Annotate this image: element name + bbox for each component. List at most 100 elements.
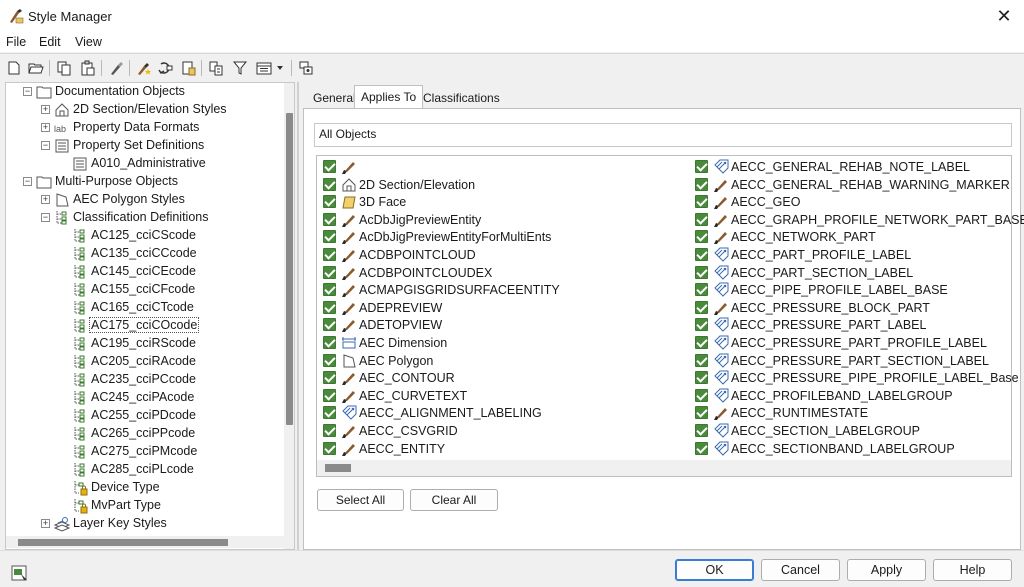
object-type-checkbox[interactable] xyxy=(323,318,336,332)
object-type-checkbox[interactable] xyxy=(695,195,708,209)
object-type-checkbox[interactable] xyxy=(695,212,708,226)
object-type-checkbox[interactable] xyxy=(323,195,336,209)
tree-node[interactable]: AC255_cciPDcode xyxy=(6,407,284,425)
object-type-checkbox[interactable] xyxy=(323,424,336,437)
style-browser-icon[interactable] xyxy=(10,563,30,583)
tree-node[interactable]: AC235_cciPCcode xyxy=(6,371,284,389)
tree-node[interactable]: AC145_cciCEcode xyxy=(6,263,284,281)
purge-styles-button[interactable] xyxy=(106,58,126,78)
edit-style-button[interactable] xyxy=(178,58,198,78)
tree-node[interactable]: AC265_cciPPcode xyxy=(6,425,284,443)
object-type-checkbox[interactable] xyxy=(323,248,336,261)
toggle-view-button[interactable] xyxy=(206,58,226,78)
tree-node[interactable]: AC175_cciCOcode xyxy=(6,317,284,335)
tab-classifications[interactable]: Classifications xyxy=(417,87,506,109)
expand-icon[interactable]: + xyxy=(41,195,50,204)
object-type-checkbox[interactable] xyxy=(695,177,708,191)
tree-node[interactable]: + AEC Polygon Styles xyxy=(6,191,284,209)
tree-node[interactable]: − Classification Definitions xyxy=(6,209,284,227)
object-type-checkbox[interactable] xyxy=(323,160,336,173)
tree-node[interactable]: AC165_cciCTcode xyxy=(6,299,284,317)
menu-file[interactable]: File xyxy=(6,35,26,49)
cancel-button[interactable]: Cancel xyxy=(761,559,840,581)
pane-splitter[interactable] xyxy=(297,82,299,550)
tree-horizontal-scrollbar[interactable] xyxy=(6,536,284,548)
tree-node[interactable]: + Layer Key Styles xyxy=(6,515,284,533)
tree-vertical-scrollbar[interactable] xyxy=(284,83,294,549)
object-type-checkbox[interactable] xyxy=(695,300,708,314)
object-type-checkbox[interactable] xyxy=(695,265,708,279)
all-objects-field[interactable]: All Objects xyxy=(314,123,1012,147)
tree-node[interactable]: AC205_cciRAcode xyxy=(6,353,284,371)
new-style-button[interactable] xyxy=(134,58,154,78)
object-type-checkbox[interactable] xyxy=(695,424,708,437)
object-type-checkbox[interactable] xyxy=(323,406,336,420)
tree-node[interactable]: A010_Administrative xyxy=(6,155,284,173)
tree-node[interactable]: AC275_cciPMcode xyxy=(6,443,284,461)
copy-button[interactable] xyxy=(54,58,74,78)
object-type-checkbox[interactable] xyxy=(695,283,708,297)
object-type-checkbox[interactable] xyxy=(323,336,336,349)
menu-view[interactable]: View xyxy=(75,35,102,49)
select-all-button[interactable]: Select All xyxy=(317,489,404,511)
expand-icon[interactable]: + xyxy=(41,105,50,114)
object-type-checkbox[interactable] xyxy=(695,388,708,402)
object-type-checkbox[interactable] xyxy=(323,230,336,244)
tree-node[interactable]: AC285_cciPLcode xyxy=(6,461,284,479)
tree-node[interactable]: Device Type xyxy=(6,479,284,497)
list-horizontal-scroll-thumb[interactable] xyxy=(325,464,351,472)
tree-horizontal-scroll-thumb[interactable] xyxy=(18,539,228,546)
view-mode-dropdown[interactable] xyxy=(274,58,286,78)
tree-node[interactable]: + lab Property Data Formats xyxy=(6,119,284,137)
tree-node[interactable]: − Property Set Definitions xyxy=(6,137,284,155)
object-type-checkbox[interactable] xyxy=(323,283,336,297)
tree-node[interactable]: AC125_cciCScode xyxy=(6,227,284,245)
object-type-checkbox[interactable] xyxy=(695,353,708,367)
object-type-checkbox[interactable] xyxy=(695,406,708,420)
object-type-checkbox[interactable] xyxy=(323,388,336,402)
style-manager-settings-button[interactable] xyxy=(296,58,316,78)
tree-node[interactable]: − Documentation Objects xyxy=(6,83,284,101)
object-type-checkbox[interactable] xyxy=(695,336,708,349)
apply-button[interactable]: Apply xyxy=(847,559,926,581)
tab-applies-to[interactable]: Applies To xyxy=(354,85,424,109)
object-type-checkbox[interactable] xyxy=(695,441,708,455)
tree-node[interactable]: − Multi-Purpose Objects xyxy=(6,173,284,191)
ok-button[interactable]: OK xyxy=(675,559,754,581)
tree-vertical-scroll-thumb[interactable] xyxy=(286,113,293,425)
object-type-checkbox[interactable] xyxy=(323,177,336,191)
clear-all-button[interactable]: Clear All xyxy=(410,489,498,511)
tree-node[interactable]: AC155_cciCFcode xyxy=(6,281,284,299)
object-type-checkbox[interactable] xyxy=(323,371,336,385)
list-horizontal-scrollbar[interactable] xyxy=(317,460,1011,476)
collapse-icon[interactable]: − xyxy=(41,213,50,222)
menu-edit[interactable]: Edit xyxy=(39,35,61,49)
object-type-checkbox[interactable] xyxy=(695,230,708,244)
view-mode-button[interactable] xyxy=(254,58,274,78)
style-tree[interactable]: − Documentation Objects +2D Section/Elevat… xyxy=(5,82,295,550)
tree-node[interactable]: MvPart Type xyxy=(6,497,284,515)
expand-icon[interactable]: + xyxy=(41,123,50,132)
tree-node[interactable]: AC245_cciPAcode xyxy=(6,389,284,407)
object-type-checkbox[interactable] xyxy=(323,300,336,314)
object-type-checkbox[interactable] xyxy=(323,212,336,226)
expand-icon[interactable]: + xyxy=(41,519,50,528)
object-type-checkbox[interactable] xyxy=(695,371,708,385)
tree-node[interactable]: +2D Section/Elevation Styles xyxy=(6,101,284,119)
filter-button[interactable] xyxy=(230,58,250,78)
open-drawing-button[interactable] xyxy=(26,58,46,78)
help-button[interactable]: Help xyxy=(933,559,1012,581)
collapse-icon[interactable]: − xyxy=(23,177,32,186)
object-type-checkbox[interactable] xyxy=(323,441,336,455)
paste-button[interactable] xyxy=(78,58,98,78)
collapse-icon[interactable]: − xyxy=(23,87,32,96)
collapse-icon[interactable]: − xyxy=(41,141,50,150)
object-type-checkbox[interactable] xyxy=(323,353,336,367)
new-drawing-button[interactable] xyxy=(4,58,24,78)
close-button[interactable]: ✕ xyxy=(992,5,1016,27)
object-type-checkbox[interactable] xyxy=(323,265,336,279)
object-type-list[interactable]: 2D Section/Elevation 3D Face AcDbJigPrevie… xyxy=(316,155,1024,477)
set-from-button[interactable] xyxy=(156,58,176,78)
object-type-checkbox[interactable] xyxy=(695,318,708,332)
object-type-checkbox[interactable] xyxy=(695,248,708,261)
